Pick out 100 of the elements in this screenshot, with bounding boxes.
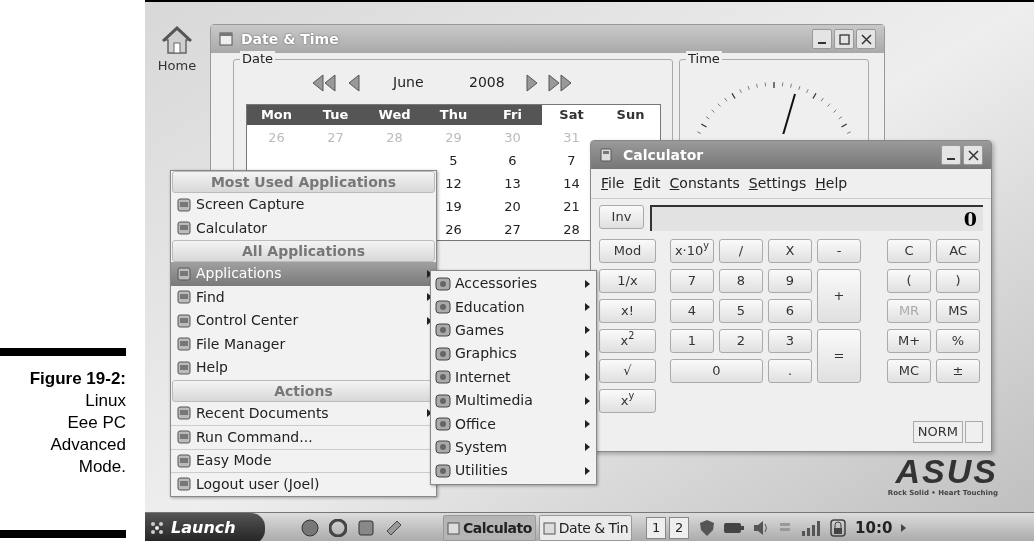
maximize-button[interactable] [834, 29, 854, 49]
category-icon [435, 275, 451, 292]
menu-section-header: All Applications [172, 240, 435, 262]
keypad-button[interactable]: 0 [670, 359, 763, 383]
memory-button[interactable]: MS [936, 299, 980, 323]
calendar-day[interactable]: 28 [563, 222, 580, 237]
memory-button[interactable]: ± [936, 359, 980, 383]
memory-button[interactable]: ( [887, 269, 931, 293]
arrow-icon[interactable] [901, 524, 907, 532]
minimize-button[interactable] [812, 29, 832, 49]
keypad-button[interactable]: 4 [670, 299, 714, 323]
keypad-button[interactable]: 7 [670, 269, 714, 293]
calendar-day[interactable]: 6 [508, 153, 517, 168]
submenu-arrow-icon [585, 349, 590, 358]
memory-button[interactable]: AC [936, 239, 980, 263]
taskbar-button[interactable]: Calculato [443, 515, 536, 541]
shield-icon[interactable] [699, 519, 715, 537]
app-icon [177, 360, 191, 375]
menu-item[interactable]: File [601, 173, 625, 194]
calendar-day[interactable]: 7 [567, 153, 576, 168]
month-label: June [393, 73, 425, 92]
app-icon [177, 221, 191, 236]
lock-icon[interactable] [830, 519, 846, 537]
keypad-button[interactable]: 6 [768, 299, 812, 323]
battery-icon[interactable] [724, 523, 744, 533]
calendar-icon [219, 32, 233, 46]
keypad-button[interactable]: 9 [768, 269, 812, 293]
menu-item[interactable]: Edit [633, 173, 661, 194]
menu-item[interactable]: Education [431, 295, 596, 319]
memory-button[interactable]: ) [936, 269, 980, 293]
memory-button[interactable]: MC [887, 359, 931, 383]
function-button[interactable]: √ [599, 359, 656, 383]
app-icon [177, 453, 191, 468]
inv-button[interactable]: Inv [599, 205, 644, 229]
keypad-button[interactable]: . [768, 359, 812, 383]
calendar-day[interactable]: 14 [563, 176, 580, 191]
function-button[interactable]: x$^{y}$ [599, 389, 656, 413]
desktop-switcher-button[interactable]: 1 [646, 517, 666, 539]
keypad-button[interactable]: x·10$^{y}$ [670, 239, 714, 263]
category-icon [435, 392, 451, 409]
calendar-day[interactable]: 5 [449, 153, 458, 168]
keypad-button[interactable]: = [817, 329, 861, 383]
close-button[interactable] [963, 145, 983, 165]
launch-button[interactable]: Launch [145, 512, 265, 541]
app-icon [177, 266, 191, 281]
launcher-icon[interactable] [301, 519, 319, 537]
close-icon [860, 33, 872, 45]
app-icon [177, 313, 191, 328]
minimize-icon [818, 42, 826, 44]
keypad-button[interactable]: - [817, 239, 861, 263]
calendar-day[interactable]: 21 [563, 199, 580, 214]
memory-button[interactable]: % [936, 329, 980, 353]
figure-caption-line: Linux [85, 390, 126, 412]
menu-item[interactable]: Settings [748, 173, 807, 194]
menu-item[interactable]: Screen Capture [171, 193, 436, 217]
keypad-button[interactable]: 2 [719, 329, 763, 353]
category-icon [435, 322, 451, 339]
function-button[interactable]: 1/x [599, 269, 656, 293]
desktop-switcher-button[interactable]: 2 [669, 517, 689, 539]
calendar-day[interactable]: 27 [504, 222, 521, 237]
minimize-button[interactable] [941, 145, 961, 165]
launcher-icon[interactable] [385, 519, 403, 537]
function-button[interactable]: x$^{2}$ [599, 329, 656, 353]
category-icon [435, 462, 451, 479]
menu-item[interactable]: Constants [669, 173, 740, 194]
menu-item[interactable]: Help [815, 173, 848, 194]
figure-caption-line: Mode. [78, 456, 126, 478]
keypad-button[interactable]: / [719, 239, 763, 263]
calendar-day[interactable]: 19 [445, 199, 462, 214]
calendar-day[interactable]: 26 [445, 222, 462, 237]
desktop-icon-label[interactable]: Home [157, 56, 197, 76]
submenu-arrow-icon [427, 316, 432, 325]
launcher-icon[interactable] [329, 519, 347, 537]
keypad-button[interactable]: 8 [719, 269, 763, 293]
keypad-button[interactable]: 1 [670, 329, 714, 353]
keypad-button[interactable]: 3 [768, 329, 812, 353]
memory-button[interactable]: C [887, 239, 931, 263]
window-title: Calculator [623, 145, 704, 165]
function-button[interactable]: x! [599, 299, 656, 323]
calendar-day[interactable]: 13 [504, 176, 521, 191]
right-arrow-icon[interactable] [523, 72, 539, 93]
minimize-icon [947, 158, 955, 160]
keypad-button[interactable]: + [817, 269, 861, 323]
close-button[interactable] [856, 29, 876, 49]
function-button[interactable]: Mod [599, 239, 656, 263]
calculator-display: 0 [650, 205, 983, 231]
submenu-arrow-icon [585, 279, 590, 288]
taskbar-button[interactable]: Date & Tin [538, 515, 632, 541]
memory-button[interactable]: M+ [887, 329, 931, 353]
house-icon[interactable] [161, 24, 193, 56]
calendar-day[interactable]: 20 [504, 199, 521, 214]
speaker-icon[interactable] [753, 520, 769, 536]
menu-item[interactable]: Calculator [171, 216, 436, 240]
launcher-icon[interactable] [357, 519, 375, 537]
maximize-icon [838, 33, 850, 45]
submenu-arrow-icon [427, 269, 432, 278]
keypad-button[interactable]: X [768, 239, 812, 263]
keypad-button[interactable]: 5 [719, 299, 763, 323]
signal-icon[interactable] [801, 520, 821, 536]
calendar-day[interactable]: 12 [445, 176, 462, 191]
